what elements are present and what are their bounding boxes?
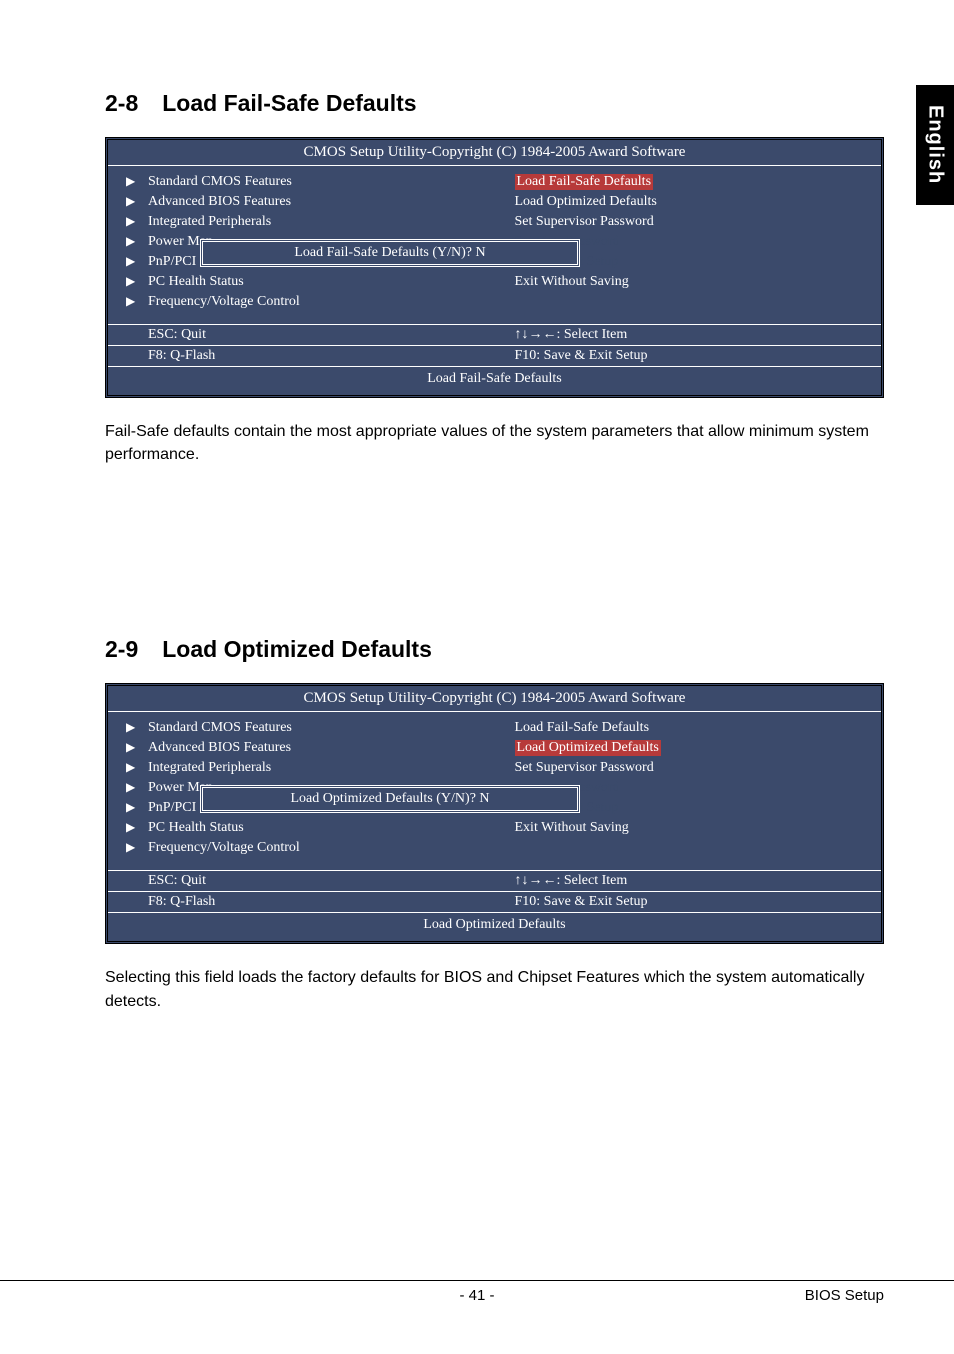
hint-esc-quit: ESC: Quit (108, 325, 495, 345)
hint-qflash: F8: Q-Flash (108, 892, 495, 912)
hint-esc-quit: ESC: Quit (108, 871, 495, 891)
language-tab: English (916, 85, 954, 205)
menu-advanced-bios[interactable]: ▶Advanced BIOS Features (148, 738, 483, 758)
bios-screen-optimized: CMOS Setup Utility-Copyright (C) 1984-20… (105, 683, 884, 944)
menu-exit-without-saving[interactable]: Exit Without Saving (515, 818, 870, 838)
bios-key-hints-row1: ESC: Quit ↑↓→←: Select Item (108, 324, 881, 345)
submenu-arrow-icon: ▶ (126, 740, 135, 755)
footer-section-name: BIOS Setup (805, 1287, 884, 1304)
menu-load-optimized[interactable]: Load Optimized Defaults (515, 738, 870, 758)
submenu-arrow-icon: ▶ (126, 234, 135, 249)
menu-pc-health[interactable]: ▶PC Health Status (148, 818, 483, 838)
submenu-arrow-icon: ▶ (126, 800, 135, 815)
menu-standard-cmos[interactable]: ▶Standard CMOS Features (148, 172, 483, 192)
hint-save-exit: F10: Save & Exit Setup (495, 346, 882, 366)
hint-select-item: ↑↓→←: Select Item (495, 325, 882, 345)
hint-qflash: F8: Q-Flash (108, 346, 495, 366)
menu-load-failsafe[interactable]: Load Fail-Safe Defaults (515, 172, 870, 192)
section-28-description: Fail-Safe defaults contain the most appr… (105, 420, 884, 466)
submenu-arrow-icon: ▶ (126, 214, 135, 229)
submenu-arrow-icon: ▶ (126, 840, 135, 855)
submenu-arrow-icon: ▶ (126, 174, 135, 189)
submenu-arrow-icon: ▶ (126, 274, 135, 289)
page-footer: - 41 - BIOS Setup (0, 1280, 954, 1304)
hint-save-exit: F10: Save & Exit Setup (495, 892, 882, 912)
menu-standard-cmos[interactable]: ▶Standard CMOS Features (148, 718, 483, 738)
confirm-dialog-failsafe[interactable]: Load Fail-Safe Defaults (Y/N)? N (200, 239, 580, 267)
menu-supervisor-password[interactable]: Set Supervisor Password (515, 212, 870, 232)
page-number: - 41 - (459, 1287, 494, 1304)
menu-load-optimized[interactable]: Load Optimized Defaults (515, 192, 870, 212)
section-num: 2-9 (105, 636, 138, 662)
section-title: Load Optimized Defaults (162, 636, 432, 662)
bios-help-bar: Load Fail-Safe Defaults (108, 366, 881, 395)
hint-select-item: ↑↓→←: Select Item (495, 871, 882, 891)
bios-screen-failsafe: CMOS Setup Utility-Copyright (C) 1984-20… (105, 137, 884, 398)
menu-supervisor-password[interactable]: Set Supervisor Password (515, 758, 870, 778)
submenu-arrow-icon: ▶ (126, 254, 135, 269)
bios-help-bar: Load Optimized Defaults (108, 912, 881, 941)
submenu-arrow-icon: ▶ (126, 760, 135, 775)
section-heading-29: 2-9 Load Optimized Defaults (105, 636, 884, 663)
submenu-arrow-icon: ▶ (126, 294, 135, 309)
bios-key-hints-row2: F8: Q-Flash F10: Save & Exit Setup (108, 345, 881, 366)
section-29-description: Selecting this field loads the factory d… (105, 966, 884, 1012)
bios-title-bar: CMOS Setup Utility-Copyright (C) 1984-20… (108, 140, 881, 166)
section-title: Load Fail-Safe Defaults (162, 90, 416, 116)
menu-integrated-peripherals[interactable]: ▶Integrated Peripherals (148, 212, 483, 232)
confirm-dialog-optimized[interactable]: Load Optimized Defaults (Y/N)? N (200, 785, 580, 813)
section-heading-28: 2-8 Load Fail-Safe Defaults (105, 90, 884, 117)
submenu-arrow-icon: ▶ (126, 780, 135, 795)
menu-pc-health[interactable]: ▶PC Health Status (148, 272, 483, 292)
menu-load-failsafe[interactable]: Load Fail-Safe Defaults (515, 718, 870, 738)
submenu-arrow-icon: ▶ (126, 720, 135, 735)
menu-frequency-voltage[interactable]: ▶Frequency/Voltage Control (148, 292, 483, 312)
menu-advanced-bios[interactable]: ▶Advanced BIOS Features (148, 192, 483, 212)
submenu-arrow-icon: ▶ (126, 820, 135, 835)
menu-frequency-voltage[interactable]: ▶Frequency/Voltage Control (148, 838, 483, 858)
bios-key-hints-row1: ESC: Quit ↑↓→←: Select Item (108, 870, 881, 891)
menu-exit-without-saving[interactable]: Exit Without Saving (515, 272, 870, 292)
submenu-arrow-icon: ▶ (126, 194, 135, 209)
menu-integrated-peripherals[interactable]: ▶Integrated Peripherals (148, 758, 483, 778)
bios-title-bar: CMOS Setup Utility-Copyright (C) 1984-20… (108, 686, 881, 712)
section-num: 2-8 (105, 90, 138, 116)
bios-key-hints-row2: F8: Q-Flash F10: Save & Exit Setup (108, 891, 881, 912)
